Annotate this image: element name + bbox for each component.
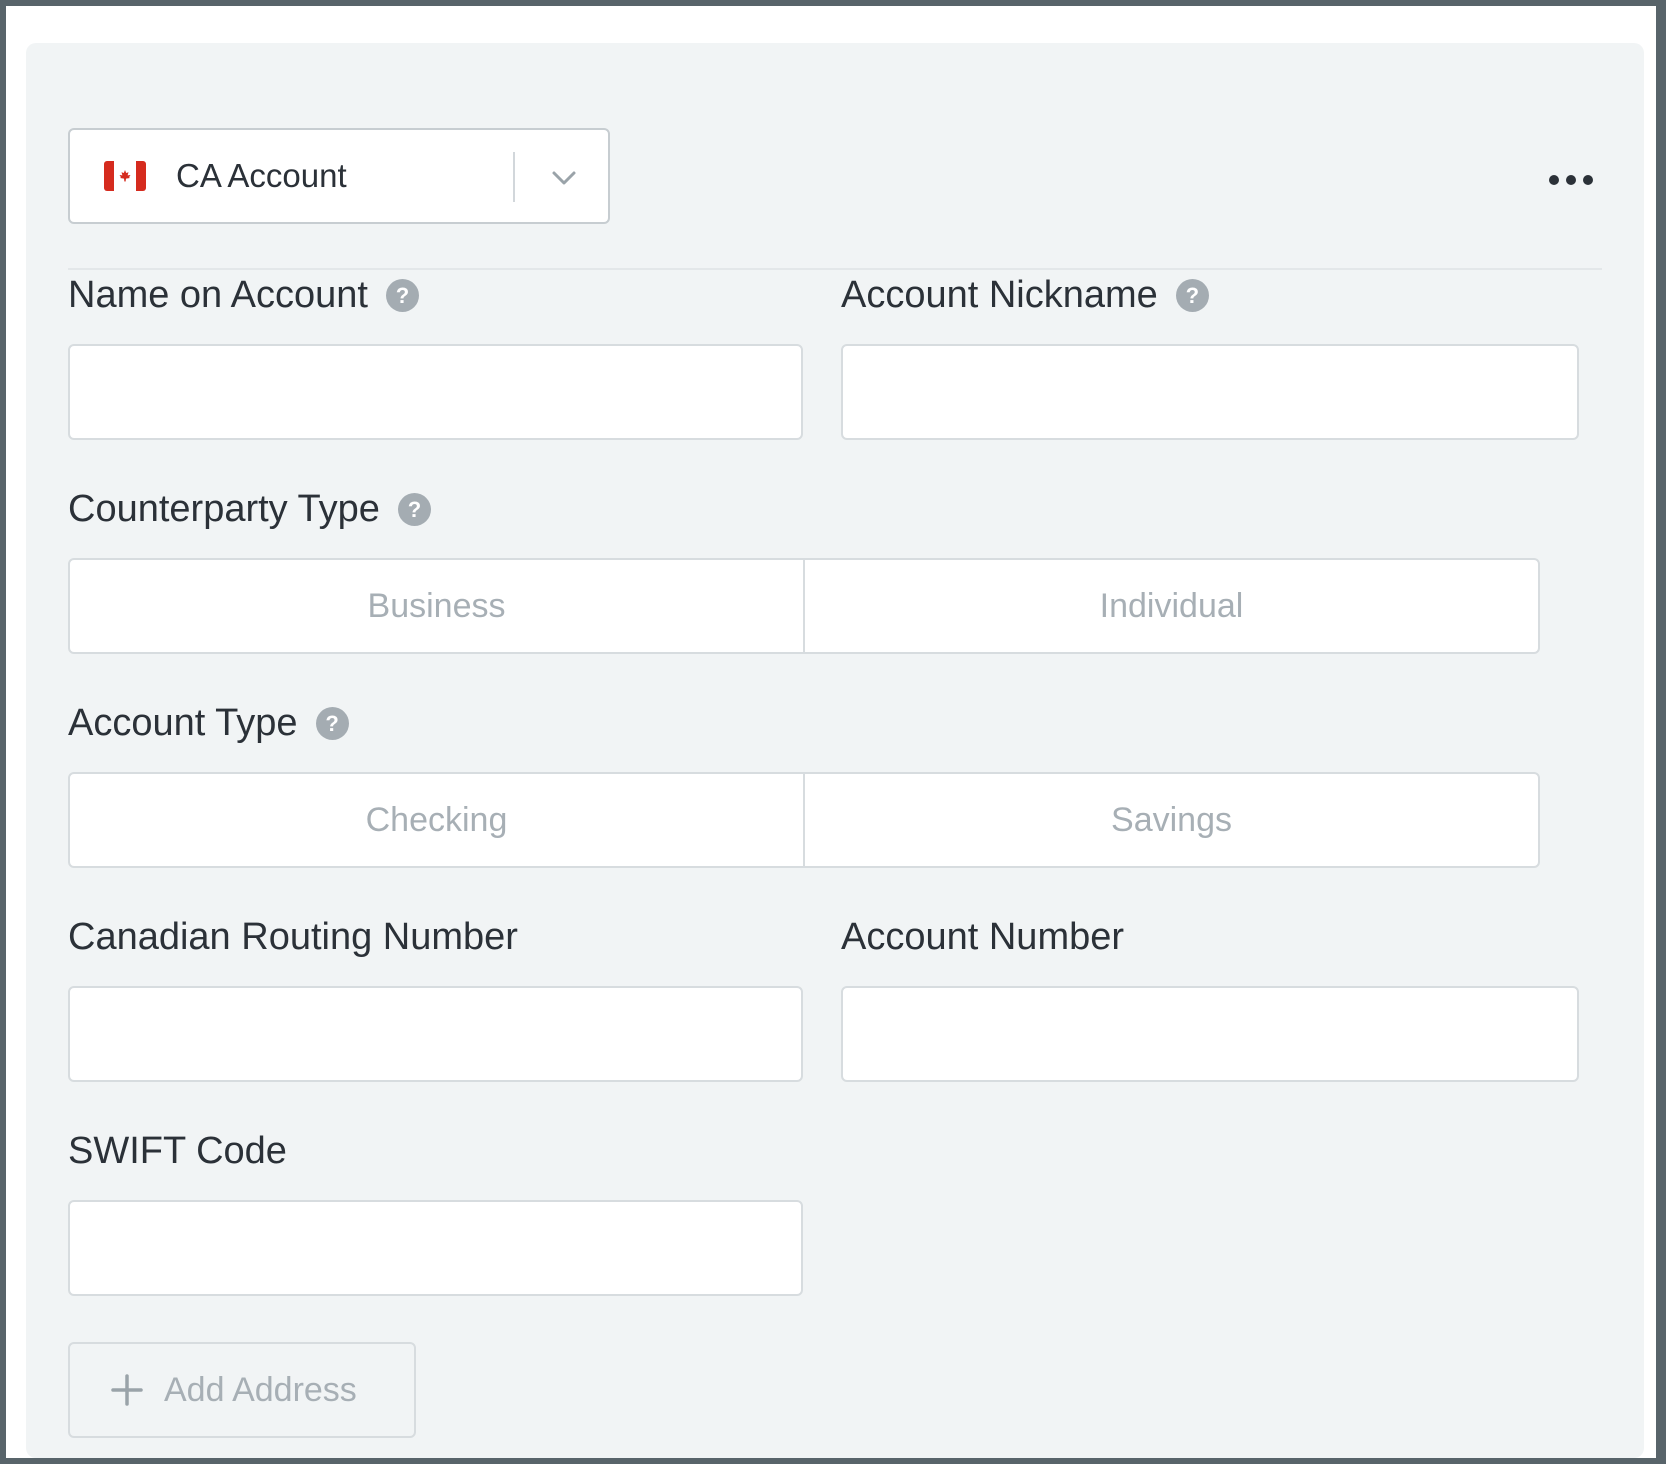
- account-type-toggle: Checking Savings: [68, 772, 1540, 868]
- counterparty-option-individual[interactable]: Individual: [803, 560, 1538, 652]
- name-on-account-input[interactable]: [68, 344, 803, 440]
- canada-flag-icon: [104, 161, 146, 191]
- counterparty-option-business[interactable]: Business: [70, 560, 803, 652]
- account-type-label-text: Account Type: [68, 702, 298, 744]
- canadian-routing-number-label: Canadian Routing Number: [68, 913, 518, 961]
- counterparty-type-toggle: Business Individual: [68, 558, 1540, 654]
- account-type-label: Account Type ?: [68, 699, 349, 747]
- help-icon[interactable]: ?: [1175, 278, 1209, 312]
- more-horizontal-icon[interactable]: [1546, 168, 1596, 192]
- account-nickname-label-text: Account Nickname: [841, 274, 1158, 316]
- window-frame: CA Account Name on Account ? Account Nic…: [6, 6, 1656, 1458]
- name-on-account-label-text: Name on Account: [68, 274, 368, 316]
- account-nickname-input[interactable]: [841, 344, 1579, 440]
- account-number-input[interactable]: [841, 986, 1579, 1082]
- help-icon[interactable]: ?: [385, 278, 419, 312]
- swift-code-input[interactable]: [68, 1200, 803, 1296]
- counterparty-type-label: Counterparty Type ?: [68, 485, 431, 533]
- account-form-panel: CA Account Name on Account ? Account Nic…: [26, 43, 1644, 1458]
- selector-label: CA Account: [176, 157, 347, 194]
- chevron-down-icon[interactable]: [548, 162, 580, 194]
- canadian-routing-number-label-text: Canadian Routing Number: [68, 916, 518, 958]
- swift-code-label-text: SWIFT Code: [68, 1130, 287, 1172]
- maple-leaf-icon: [119, 170, 131, 182]
- name-on-account-label: Name on Account ?: [68, 271, 419, 319]
- account-number-label-text: Account Number: [841, 916, 1125, 958]
- account-type-option-savings[interactable]: Savings: [803, 774, 1538, 866]
- help-icon[interactable]: ?: [397, 492, 431, 526]
- swift-code-label: SWIFT Code: [68, 1127, 287, 1175]
- account-type-option-checking[interactable]: Checking: [70, 774, 803, 866]
- header-divider: [68, 268, 1602, 270]
- add-address-label: Add Address: [164, 1370, 357, 1409]
- add-address-button[interactable]: Add Address: [68, 1342, 416, 1438]
- account-number-label: Account Number: [841, 913, 1124, 961]
- counterparty-type-label-text: Counterparty Type: [68, 488, 380, 530]
- account-nickname-label: Account Nickname ?: [841, 271, 1209, 319]
- account-country-selector[interactable]: CA Account: [68, 128, 610, 224]
- canadian-routing-number-input[interactable]: [68, 986, 803, 1082]
- selector-divider: [513, 152, 515, 202]
- help-icon[interactable]: ?: [315, 706, 349, 740]
- plus-icon: [111, 1374, 143, 1406]
